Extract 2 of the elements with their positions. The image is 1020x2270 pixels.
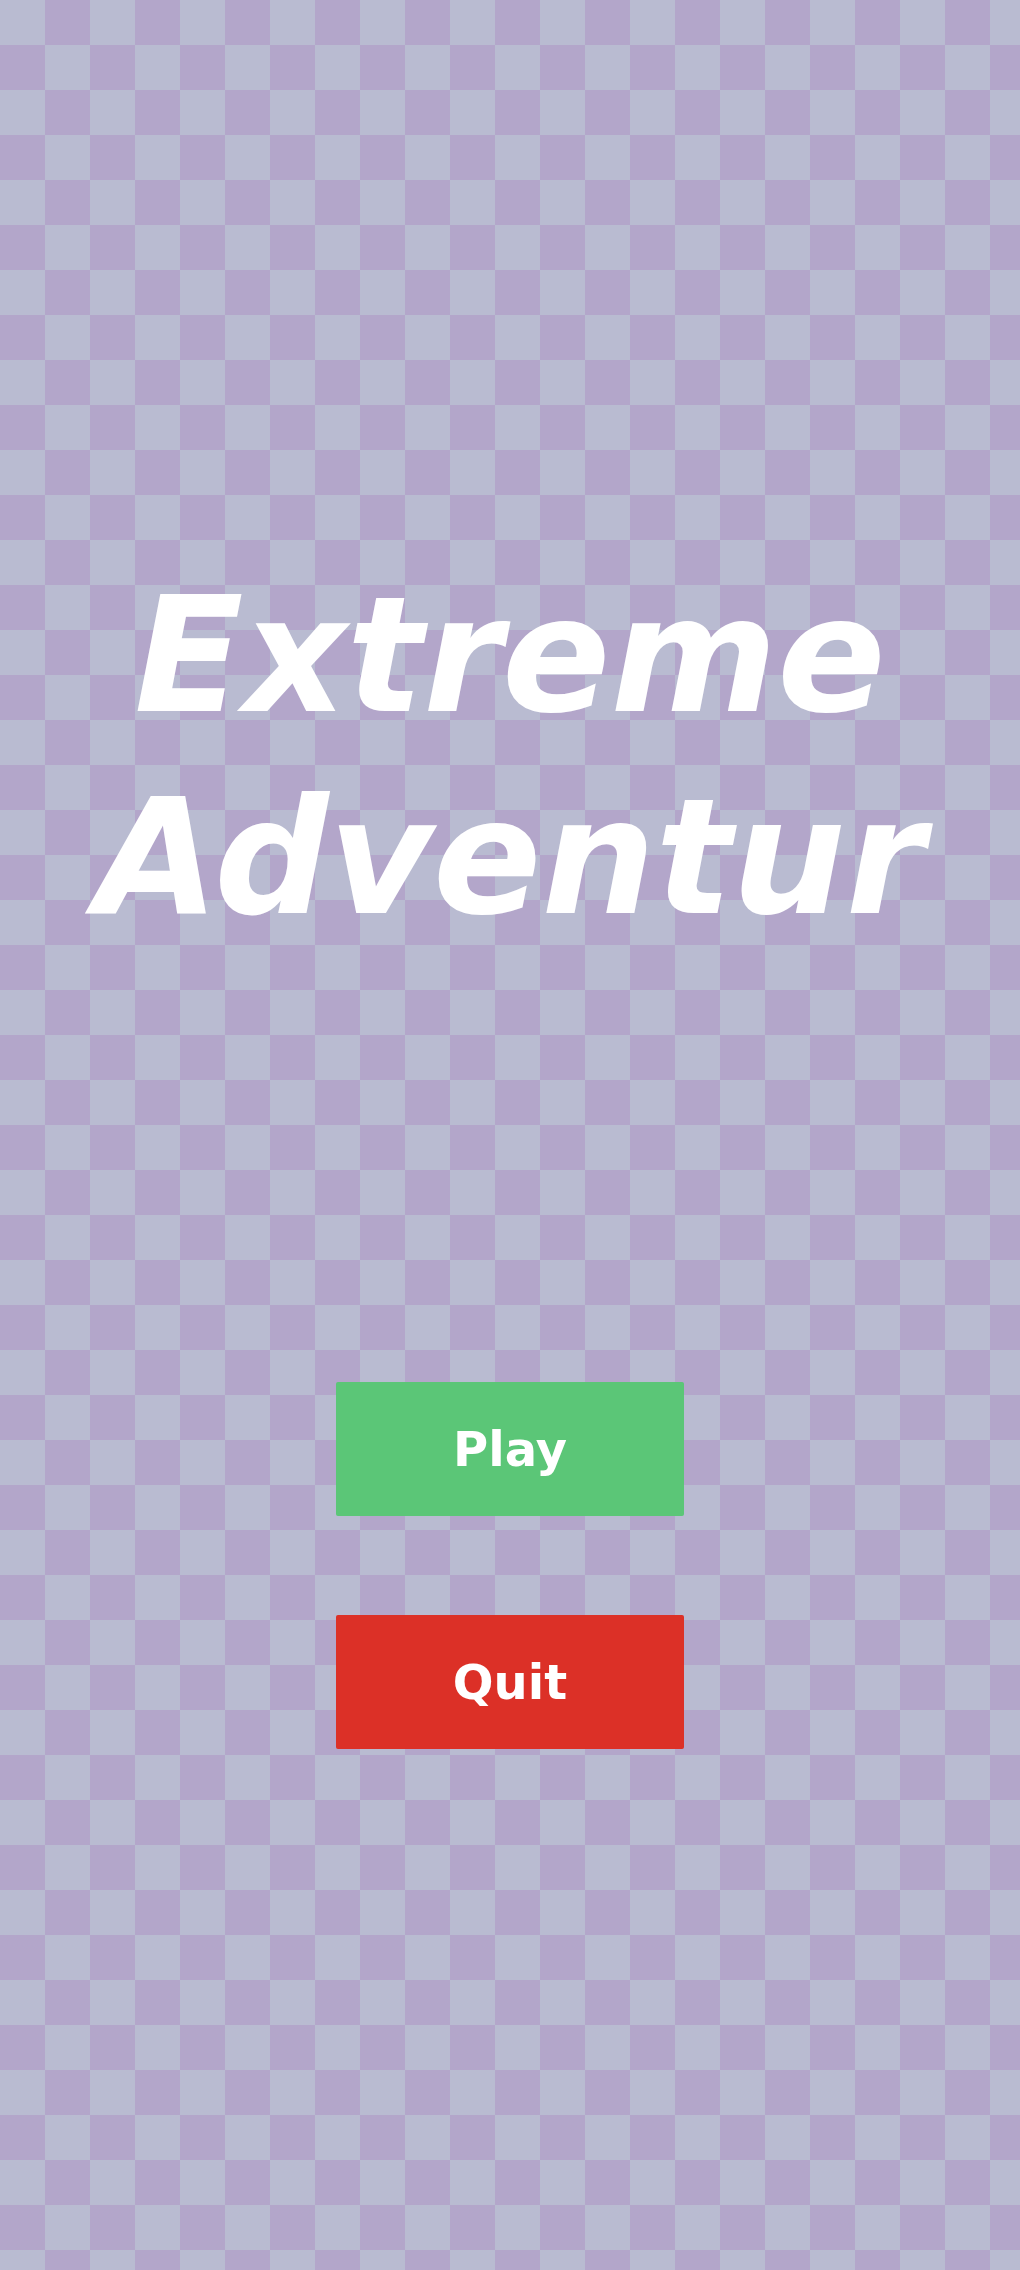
game-title: Extreme Adventur xyxy=(10,555,1010,959)
quit-button[interactable]: Quit xyxy=(336,1615,684,1749)
